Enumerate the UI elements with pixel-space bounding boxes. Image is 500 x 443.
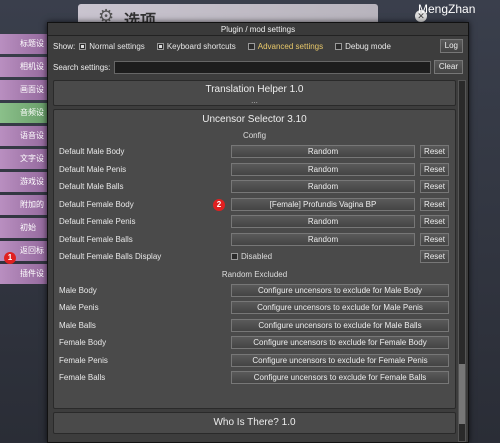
plugin-title: Who Is There? 1.0 <box>213 417 296 428</box>
setting-row: Default Male Balls Random Reset <box>54 178 455 196</box>
search-row: Search settings: Clear <box>48 58 468 76</box>
setting-row: Default Female Balls Random Reset <box>54 231 455 249</box>
setting-row: Default Female Balls Display Disabled Re… <box>54 248 455 266</box>
checkbox-icon <box>335 42 343 50</box>
section-title-random-excluded: Random Excluded <box>221 269 288 279</box>
setting-label: Male Penis <box>59 303 99 313</box>
toolbar: Show: Normal settings Keyboard shortcuts… <box>48 36 468 56</box>
toggle-label: Normal settings <box>89 41 145 51</box>
setting-label: Female Balls <box>59 373 106 383</box>
scrollbar-thumb[interactable] <box>459 364 465 424</box>
default-male-penis-selector[interactable]: Random <box>231 162 415 176</box>
exclude-male-balls-button[interactable]: Configure uncensors to exclude for Male … <box>231 318 449 332</box>
checkbox-icon <box>231 253 238 261</box>
setting-label: Default Female Penis <box>59 217 136 227</box>
setting-label: Default Male Body <box>59 147 125 157</box>
default-male-body-selector[interactable]: Random <box>231 145 415 159</box>
setting-label: Default Male Balls <box>59 182 124 192</box>
setting-row: Default Female Penis Random Reset <box>54 213 455 231</box>
default-female-penis-selector[interactable]: Random <box>231 215 415 229</box>
exclude-female-penis-button[interactable]: Configure uncensors to exclude for Femal… <box>231 353 449 367</box>
setting-row: Male Balls Configure uncensors to exclud… <box>54 317 455 335</box>
setting-label: Default Female Balls <box>59 234 133 244</box>
setting-row: Male Penis Configure uncensors to exclud… <box>54 299 455 317</box>
clear-button[interactable]: Clear <box>433 60 463 74</box>
checkbox-icon <box>156 42 164 50</box>
plugin-list: Translation Helper 1.0 ... Uncensor Sele… <box>53 80 456 442</box>
reset-button[interactable]: Reset <box>420 250 449 264</box>
checkbox-icon <box>79 42 87 50</box>
reset-button[interactable]: Reset <box>420 197 449 211</box>
setting-row: Male Body Configure uncensors to exclude… <box>54 282 455 300</box>
reset-button[interactable]: Reset <box>420 180 449 194</box>
reset-button[interactable]: Reset <box>420 232 449 246</box>
exclude-female-body-button[interactable]: Configure uncensors to exclude for Femal… <box>231 336 449 350</box>
search-label: Search settings: <box>53 62 111 72</box>
checkbox-icon <box>247 42 255 50</box>
toggle-label: Disabled <box>241 252 273 262</box>
toggle-normal-settings[interactable]: Normal settings <box>79 42 145 51</box>
toggle-label: Advanced settings <box>257 41 324 51</box>
plugin-settings-window: Plugin / mod settings Show: Normal setti… <box>47 22 469 443</box>
vertical-scrollbar[interactable] <box>458 80 466 442</box>
default-female-body-selector[interactable]: [Female] Profundis Vagina BP <box>231 197 415 211</box>
setting-label: Male Body <box>59 285 97 295</box>
setting-row: Default Female Body [Female] Profundis V… <box>54 196 455 214</box>
step-badge-2: 2 <box>213 198 225 211</box>
female-balls-display-toggle[interactable]: Disabled <box>231 252 415 261</box>
default-male-balls-selector[interactable]: Random <box>231 180 415 194</box>
toggle-label: Debug mode <box>345 41 391 51</box>
setting-label: Female Body <box>59 338 107 348</box>
toggle-debug-mode[interactable]: Debug mode <box>335 42 391 51</box>
window-title: Plugin / mod settings <box>48 23 468 36</box>
plugin-panel-uncensor-selector: Uncensor Selector 3.10 Config Default Ma… <box>53 109 456 409</box>
exclude-female-balls-button[interactable]: Configure uncensors to exclude for Femal… <box>231 371 449 385</box>
plugin-title: Uncensor Selector 3.10 <box>202 114 307 125</box>
setting-row: Female Penis Configure uncensors to excl… <box>54 352 455 370</box>
setting-row: Female Body Configure uncensors to exclu… <box>54 334 455 352</box>
reset-button[interactable]: Reset <box>420 145 449 159</box>
reset-button[interactable]: Reset <box>420 215 449 229</box>
plugin-title: Translation Helper 1.0 <box>205 84 304 95</box>
watermark: MengZhan <box>418 2 476 16</box>
toggle-label: Keyboard shortcuts <box>166 41 236 51</box>
setting-label: Default Female Balls Display <box>59 252 162 262</box>
setting-row: Female Balls Configure uncensors to excl… <box>54 369 455 387</box>
setting-label: Female Penis <box>59 355 108 365</box>
exclude-male-penis-button[interactable]: Configure uncensors to exclude for Male … <box>231 301 449 315</box>
step-badge-1: 1 <box>4 252 16 264</box>
default-female-balls-selector[interactable]: Random <box>231 232 415 246</box>
reset-button[interactable]: Reset <box>420 162 449 176</box>
toggle-advanced-settings[interactable]: Advanced settings <box>247 41 324 51</box>
setting-label: Default Female Body <box>59 199 134 209</box>
setting-label: Male Balls <box>59 320 96 330</box>
section-title-config: Config <box>242 131 267 140</box>
setting-row: Default Male Body Random Reset <box>54 143 455 161</box>
log-button[interactable]: Log <box>439 39 463 53</box>
show-label: Show: <box>53 41 76 51</box>
search-input[interactable] <box>114 60 431 74</box>
plugin-panel-who-is-there: Who Is There? 1.0 <box>53 412 456 434</box>
setting-label: Default Male Penis <box>59 164 127 174</box>
collapsed-indicator: ... <box>251 96 258 105</box>
setting-row: Default Male Penis Random Reset <box>54 161 455 179</box>
exclude-male-body-button[interactable]: Configure uncensors to exclude for Male … <box>231 283 449 297</box>
toggle-keyboard-shortcuts[interactable]: Keyboard shortcuts <box>156 41 236 51</box>
plugin-panel-translation-helper: Translation Helper 1.0 ... <box>53 80 456 106</box>
